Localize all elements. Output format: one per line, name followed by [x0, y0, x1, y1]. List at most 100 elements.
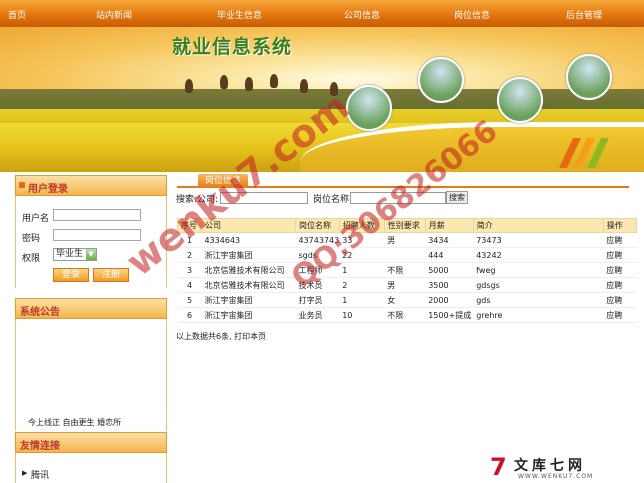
cell-intro: fweg: [473, 262, 604, 278]
apply-link[interactable]: 应聘: [603, 277, 637, 293]
cell-index: 2: [177, 247, 202, 263]
banner-title: 就业信息系统: [172, 36, 293, 58]
role-select[interactable]: 毕业生 ▼: [53, 248, 97, 261]
search-job-label: 岗位名称: [313, 195, 350, 205]
cell-gender: 男: [384, 277, 426, 293]
col-company: 公司: [201, 218, 296, 233]
cell-gender: 女: [384, 292, 426, 308]
link-tencent[interactable]: 腾讯: [31, 468, 49, 481]
cell-gender: 男: [384, 232, 426, 248]
cell-headcount: 10: [339, 307, 385, 323]
top-nav: 首页 站内新闻 毕业生信息 公司信息 岗位信息 后台管理: [0, 0, 644, 27]
username-label: 用户名: [22, 214, 50, 224]
nav-admin[interactable]: 后台管理: [566, 8, 602, 21]
cell-gender: 不限: [384, 262, 426, 278]
table-row: 5 浙江宇宙集团 打字员 1 女 2000 gds 应聘: [177, 292, 637, 308]
col-index: 序号: [177, 218, 202, 233]
logo-mark-icon: 7: [490, 453, 507, 481]
cell-gender: [384, 247, 426, 263]
role-value: 毕业生: [56, 249, 84, 259]
tree-icon: [300, 79, 308, 93]
bullet-icon: [19, 182, 25, 188]
tab-job-info[interactable]: 岗位信息: [198, 174, 248, 188]
col-gender: 性别要求: [383, 218, 426, 233]
apply-link[interactable]: 应聘: [603, 247, 637, 263]
logo-en-text: WWW.WENKU7.COM: [518, 473, 594, 480]
cell-index: 4: [177, 277, 202, 293]
corner-logo: 7 文库七网 WWW.WENKU7.COM: [490, 453, 644, 483]
cell-intro: 43242: [473, 247, 604, 263]
banner: 就业信息系统: [0, 27, 644, 172]
search-company-input[interactable]: [220, 192, 308, 204]
login-heading: 用户登录: [28, 184, 68, 195]
nav-jobs[interactable]: 岗位信息: [454, 8, 490, 21]
cell-headcount: 1: [339, 262, 385, 278]
cell-index: 6: [177, 307, 202, 323]
cell-salary: 444: [425, 247, 474, 263]
notice-box-header: 系统公告: [15, 298, 167, 319]
cell-intro: grehre: [473, 307, 604, 323]
col-intro: 简介: [472, 218, 604, 233]
cell-company: 浙江宇宙集团: [201, 307, 296, 323]
col-action: 操作: [602, 218, 638, 233]
cell-job-name: 技术员: [295, 277, 340, 293]
apply-link[interactable]: 应聘: [603, 292, 637, 308]
tree-icon: [185, 79, 193, 93]
role-label: 权限: [22, 254, 41, 264]
table-row: 1 4334643 43743743 33 男 3434 73473 应聘: [177, 232, 637, 248]
apply-link[interactable]: 应聘: [603, 262, 637, 278]
search-button[interactable]: 搜索: [446, 191, 468, 204]
apply-link[interactable]: 应聘: [603, 232, 637, 248]
cell-company: 浙江宇宙集团: [201, 292, 296, 308]
cell-intro: 73473: [473, 232, 604, 248]
tree-icon: [245, 77, 253, 91]
login-button[interactable]: 登录: [53, 268, 89, 282]
apply-link[interactable]: 应聘: [603, 307, 637, 323]
table-footnote: 以上数据共6条, 打印本页: [176, 332, 267, 341]
nav-graduates[interactable]: 毕业生信息: [217, 8, 262, 21]
notice-panel: [15, 319, 167, 431]
tree-icon: [330, 82, 338, 96]
village-photo-icon: [497, 77, 543, 123]
cell-salary: 5000: [425, 262, 474, 278]
job-table: 序号 公司 岗位名称 招聘人数 性别要求 月薪 简介 操作 1 4334643 43…: [177, 218, 638, 323]
bullet-icon: ▶: [22, 469, 28, 477]
logo-cn-text: 文库七网: [514, 458, 586, 474]
cell-headcount: 2: [339, 277, 385, 293]
search-company-label: 搜索:公司:: [176, 195, 219, 205]
cell-index: 3: [177, 262, 202, 278]
table-row: 4 北京信雅技术有限公司 技术员 2 男 3500 gdsgs 应聘: [177, 277, 637, 293]
house-photo-icon: [418, 57, 464, 103]
table-header-row: 序号 公司 岗位名称 招聘人数 性别要求 月薪 简介 操作: [177, 218, 638, 233]
nav-companies[interactable]: 公司信息: [344, 8, 380, 21]
cell-salary: 1500+提成: [425, 307, 474, 323]
table-row: 3 北京信雅技术有限公司 工程师 1 不限 5000 fweg 应聘: [177, 262, 637, 278]
username-input[interactable]: [53, 209, 141, 221]
cell-index: 5: [177, 292, 202, 308]
cell-intro: gds: [473, 292, 604, 308]
cell-job-name: sgds: [295, 247, 340, 263]
table-row: 2 浙江宇宙集团 sgds 22 444 43242 应聘: [177, 247, 637, 263]
login-box-header: 用户登录: [15, 175, 167, 196]
password-input[interactable]: [53, 229, 141, 241]
password-label: 密码: [22, 234, 41, 244]
table-row: 6 浙江宇宙集团 业务员 10 不限 1500+提成 grehre 应聘: [177, 307, 637, 323]
nav-news[interactable]: 站内新闻: [96, 8, 132, 21]
cell-job-name: 打字员: [295, 292, 340, 308]
stripes-decoration: [559, 134, 610, 170]
chevron-down-icon: ▼: [86, 249, 96, 260]
notice-ticker: 今上线正 自由更生 婚恋所: [28, 418, 122, 427]
cell-job-name: 43743743: [295, 232, 340, 248]
cell-index: 1: [177, 232, 202, 248]
register-button[interactable]: 注册: [93, 268, 129, 282]
cell-company: 北京信雅技术有限公司: [201, 262, 296, 278]
cell-job-name: 工程师: [295, 262, 340, 278]
landscape-photo-icon: [346, 85, 392, 131]
cell-headcount: 22: [339, 247, 385, 263]
nav-home[interactable]: 首页: [8, 8, 26, 21]
cell-headcount: 33: [339, 232, 385, 248]
search-job-input[interactable]: [350, 192, 446, 204]
cell-salary: 3434: [425, 232, 474, 248]
cell-job-name: 业务员: [295, 307, 340, 323]
col-headcount: 招聘人数: [338, 218, 385, 233]
